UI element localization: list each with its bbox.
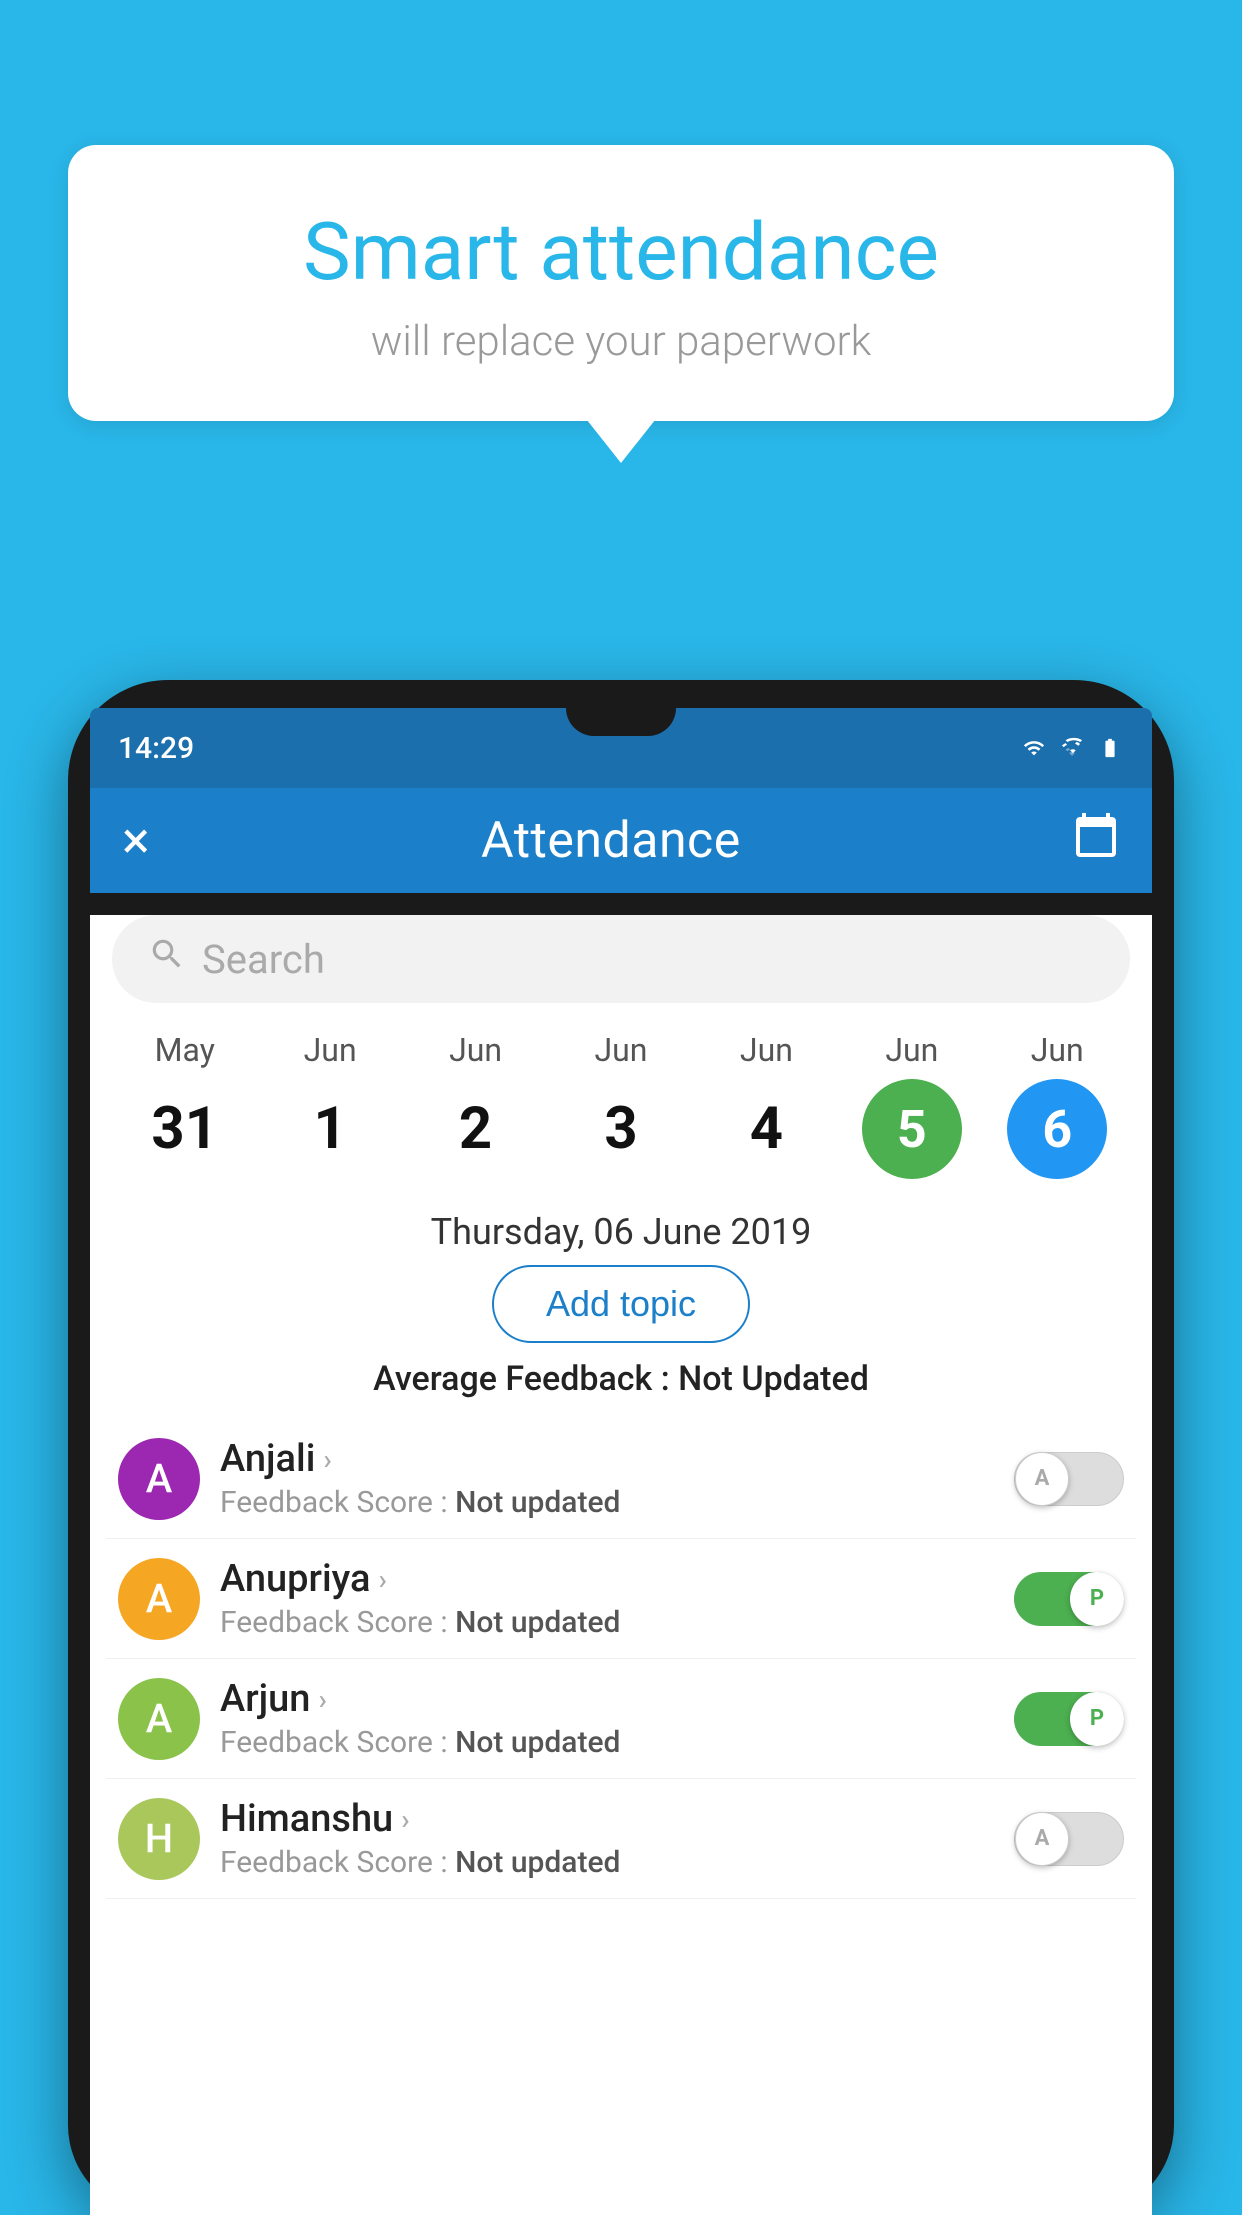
- avatar: A: [118, 1438, 200, 1520]
- header-title: Attendance: [481, 812, 741, 870]
- selected-date-label: Thursday, 06 June 2019: [90, 1189, 1152, 1265]
- student-name[interactable]: Himanshu ›: [220, 1797, 994, 1841]
- list-item[interactable]: A Arjun › Feedback Score : Not updated P: [106, 1659, 1136, 1779]
- avatar: A: [118, 1678, 200, 1760]
- phone-device: 14:29 × Attendance: [68, 680, 1174, 2208]
- attendance-toggle[interactable]: A: [1014, 1812, 1124, 1866]
- search-bar[interactable]: Search: [112, 915, 1130, 1003]
- avatar: H: [118, 1798, 200, 1880]
- calendar-day[interactable]: Jun2: [411, 1031, 541, 1179]
- notch: [566, 708, 676, 736]
- feedback-score: Feedback Score : Not updated: [220, 1725, 994, 1760]
- signal-icon: [1058, 737, 1086, 759]
- list-item[interactable]: A Anupriya › Feedback Score : Not updated P: [106, 1539, 1136, 1659]
- student-name[interactable]: Arjun ›: [220, 1677, 994, 1721]
- list-item[interactable]: H Himanshu › Feedback Score : Not updated A: [106, 1779, 1136, 1899]
- calendar-day[interactable]: May31: [120, 1031, 250, 1179]
- battery-icon: [1096, 737, 1124, 759]
- attendance-toggle[interactable]: P: [1014, 1692, 1124, 1746]
- calendar-section: May31Jun1Jun2Jun3Jun4Jun5Jun6: [90, 1003, 1152, 1189]
- search-placeholder: Search: [202, 936, 325, 983]
- feedback-score: Feedback Score : Not updated: [220, 1485, 994, 1520]
- calendar-day[interactable]: Jun6: [992, 1031, 1122, 1179]
- bubble-title: Smart attendance: [128, 205, 1114, 299]
- attendance-toggle[interactable]: P: [1014, 1572, 1124, 1626]
- add-topic-button[interactable]: Add topic: [492, 1265, 750, 1343]
- bubble-subtitle: will replace your paperwork: [128, 317, 1114, 366]
- status-icons: [1020, 737, 1124, 759]
- app-header: × Attendance: [90, 788, 1152, 893]
- wifi-icon: [1020, 737, 1048, 759]
- feedback-score: Feedback Score : Not updated: [220, 1605, 994, 1640]
- status-bar: 14:29: [90, 708, 1152, 788]
- calendar-day[interactable]: Jun4: [701, 1031, 831, 1179]
- calendar-icon[interactable]: [1072, 811, 1120, 870]
- attendance-toggle[interactable]: A: [1014, 1452, 1124, 1506]
- list-item[interactable]: A Anjali › Feedback Score : Not updated A: [106, 1419, 1136, 1539]
- speech-bubble: Smart attendance will replace your paper…: [68, 145, 1174, 421]
- phone-body: 14:29 × Attendance: [68, 680, 1174, 2215]
- avatar: A: [118, 1558, 200, 1640]
- close-icon[interactable]: ×: [122, 810, 150, 871]
- student-list: AAnjali ›Feedback Score : Not updatedAAA…: [90, 1419, 1152, 1899]
- calendar-day[interactable]: Jun1: [265, 1031, 395, 1179]
- calendar-row: May31Jun1Jun2Jun3Jun4Jun5Jun6: [112, 1031, 1130, 1179]
- speech-bubble-container: Smart attendance will replace your paper…: [68, 145, 1174, 421]
- calendar-day[interactable]: Jun5: [847, 1031, 977, 1179]
- student-name[interactable]: Anjali ›: [220, 1437, 994, 1481]
- average-feedback: Average Feedback : Not Updated: [90, 1359, 1152, 1399]
- status-time: 14:29: [118, 731, 194, 766]
- student-name[interactable]: Anupriya ›: [220, 1557, 994, 1601]
- calendar-day[interactable]: Jun3: [556, 1031, 686, 1179]
- phone-content: Search May31Jun1Jun2Jun3Jun4Jun5Jun6 Thu…: [90, 915, 1152, 2215]
- feedback-score: Feedback Score : Not updated: [220, 1845, 994, 1880]
- search-icon: [148, 935, 186, 983]
